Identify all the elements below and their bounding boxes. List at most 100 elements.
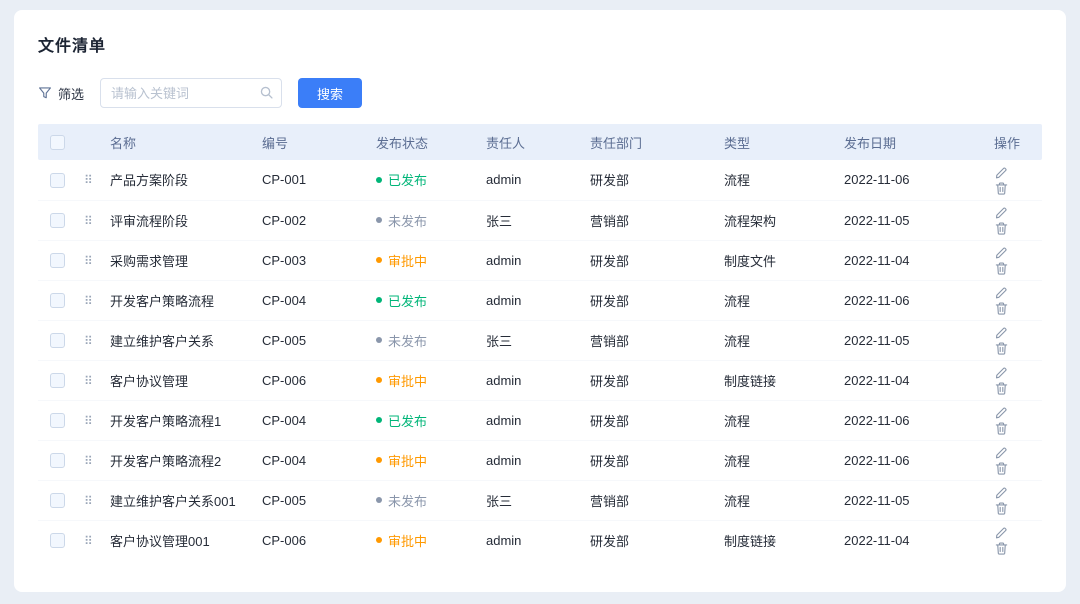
row-checkbox[interactable] xyxy=(50,453,65,468)
edit-icon[interactable] xyxy=(994,325,1009,340)
status-dot-icon xyxy=(376,377,382,383)
drag-handle-icon[interactable]: ⠿ xyxy=(84,494,93,508)
drag-handle-icon[interactable]: ⠿ xyxy=(84,214,93,228)
column-header-name: 名称 xyxy=(102,124,254,160)
status-dot-icon xyxy=(376,297,382,303)
trash-icon[interactable] xyxy=(994,261,1009,276)
row-type: 流程架构 xyxy=(724,214,776,229)
edit-icon[interactable] xyxy=(994,245,1009,260)
row-checkbox[interactable] xyxy=(50,213,65,228)
filter-label: 筛选 xyxy=(58,84,84,103)
status-badge: 未发布 xyxy=(376,491,427,510)
trash-icon[interactable] xyxy=(994,221,1009,236)
row-type: 制度链接 xyxy=(724,374,776,389)
status-label: 已发布 xyxy=(388,291,427,310)
row-checkbox[interactable] xyxy=(50,373,65,388)
trash-icon[interactable] xyxy=(994,501,1009,516)
table-row: ⠿ 客户协议管理 CP-006 审批中 admin 研发部 制度链接 2022-… xyxy=(38,360,1042,400)
drag-handle-icon[interactable]: ⠿ xyxy=(84,294,93,308)
status-label: 未发布 xyxy=(388,331,427,350)
search-icon[interactable] xyxy=(259,85,274,105)
row-name: 客户协议管理001 xyxy=(110,534,210,549)
row-code: CP-004 xyxy=(262,293,306,308)
row-type: 流程 xyxy=(724,173,750,188)
table-row: ⠿ 开发客户策略流程1 CP-004 已发布 admin 研发部 流程 2022… xyxy=(38,400,1042,440)
edit-icon[interactable] xyxy=(994,365,1009,380)
trash-icon[interactable] xyxy=(994,381,1009,396)
row-department: 营销部 xyxy=(590,494,629,509)
row-name: 客户协议管理 xyxy=(110,374,188,389)
status-badge: 审批中 xyxy=(376,371,427,390)
row-date: 2022-11-04 xyxy=(844,253,910,268)
row-owner: admin xyxy=(486,373,521,388)
row-date: 2022-11-05 xyxy=(844,493,910,508)
edit-icon[interactable] xyxy=(994,445,1009,460)
row-checkbox[interactable] xyxy=(50,173,65,188)
row-department: 营销部 xyxy=(590,334,629,349)
trash-icon[interactable] xyxy=(994,181,1009,196)
trash-icon[interactable] xyxy=(994,541,1009,556)
row-owner: 张三 xyxy=(486,494,512,509)
row-code: CP-002 xyxy=(262,213,306,228)
status-dot-icon xyxy=(376,177,382,183)
column-header-actions: 操作 xyxy=(986,124,1042,160)
drag-handle-icon[interactable]: ⠿ xyxy=(84,414,93,428)
row-owner: admin xyxy=(486,253,521,268)
table-row: ⠿ 产品方案阶段 CP-001 已发布 admin 研发部 流程 2022-11… xyxy=(38,160,1042,200)
column-header-status: 发布状态 xyxy=(368,124,478,160)
search-input[interactable] xyxy=(100,78,282,108)
drag-handle-icon[interactable]: ⠿ xyxy=(84,334,93,348)
status-badge: 审批中 xyxy=(376,251,427,270)
row-checkbox[interactable] xyxy=(50,333,65,348)
trash-icon[interactable] xyxy=(994,461,1009,476)
row-date: 2022-11-06 xyxy=(844,172,910,187)
row-checkbox[interactable] xyxy=(50,413,65,428)
row-code: CP-006 xyxy=(262,533,306,548)
row-type: 流程 xyxy=(724,494,750,509)
drag-handle-icon[interactable]: ⠿ xyxy=(84,374,93,388)
status-dot-icon xyxy=(376,417,382,423)
row-name: 产品方案阶段 xyxy=(110,173,188,188)
status-dot-icon xyxy=(376,337,382,343)
row-date: 2022-11-05 xyxy=(844,333,910,348)
row-code: CP-004 xyxy=(262,413,306,428)
status-badge: 已发布 xyxy=(376,411,427,430)
row-name: 开发客户策略流程2 xyxy=(110,454,221,469)
edit-icon[interactable] xyxy=(994,205,1009,220)
status-badge: 已发布 xyxy=(376,170,427,189)
search-button[interactable]: 搜索 xyxy=(298,78,362,108)
row-type: 流程 xyxy=(724,294,750,309)
row-owner: 张三 xyxy=(486,214,512,229)
row-code: CP-003 xyxy=(262,253,306,268)
row-checkbox[interactable] xyxy=(50,533,65,548)
drag-handle-icon[interactable]: ⠿ xyxy=(84,173,93,187)
trash-icon[interactable] xyxy=(994,421,1009,436)
drag-handle-icon[interactable]: ⠿ xyxy=(84,534,93,548)
drag-handle-icon[interactable]: ⠿ xyxy=(84,454,93,468)
table-header-row: 名称 编号 发布状态 责任人 责任部门 类型 发布日期 操作 xyxy=(38,124,1042,160)
status-label: 审批中 xyxy=(388,371,427,390)
edit-icon[interactable] xyxy=(994,165,1009,180)
document-table: 名称 编号 发布状态 责任人 责任部门 类型 发布日期 操作 ⠿ 产品方案阶段 … xyxy=(38,124,1042,560)
trash-icon[interactable] xyxy=(994,301,1009,316)
edit-icon[interactable] xyxy=(994,525,1009,540)
row-checkbox[interactable] xyxy=(50,493,65,508)
select-all-checkbox[interactable] xyxy=(50,135,65,150)
status-dot-icon xyxy=(376,497,382,503)
row-checkbox[interactable] xyxy=(50,293,65,308)
status-badge: 已发布 xyxy=(376,291,427,310)
trash-icon[interactable] xyxy=(994,341,1009,356)
table-row: ⠿ 建立维护客户关系 CP-005 未发布 张三 营销部 流程 2022-11-… xyxy=(38,320,1042,360)
column-header-code: 编号 xyxy=(254,124,368,160)
search-box xyxy=(100,78,282,108)
row-owner: 张三 xyxy=(486,334,512,349)
filter-button[interactable]: 筛选 xyxy=(38,84,84,103)
edit-icon[interactable] xyxy=(994,285,1009,300)
status-label: 审批中 xyxy=(388,451,427,470)
edit-icon[interactable] xyxy=(994,405,1009,420)
row-date: 2022-11-04 xyxy=(844,373,910,388)
drag-handle-icon[interactable]: ⠿ xyxy=(84,254,93,268)
row-checkbox[interactable] xyxy=(50,253,65,268)
row-code: CP-005 xyxy=(262,493,306,508)
edit-icon[interactable] xyxy=(994,485,1009,500)
